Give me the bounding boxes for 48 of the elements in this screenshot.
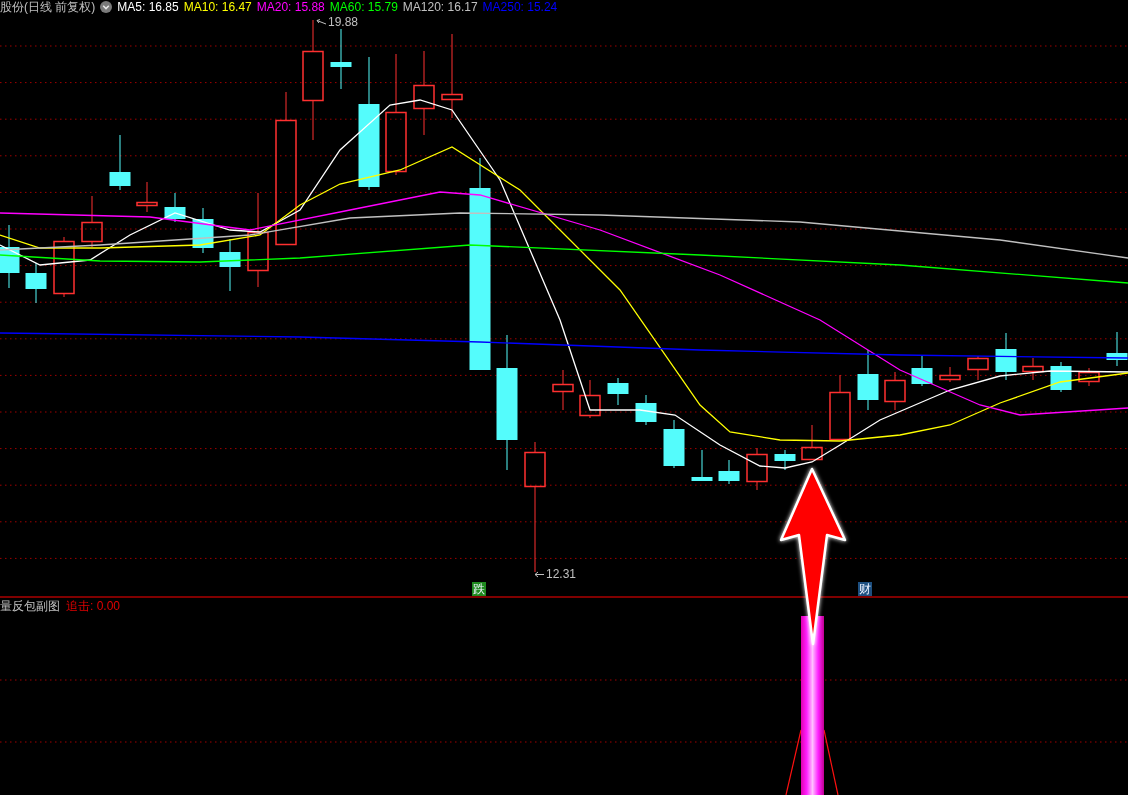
candlestick — [635, 394, 657, 426]
panel-title: 量反包副图 — [0, 598, 60, 614]
candlestick — [81, 195, 103, 248]
price-label: 19.88 — [327, 16, 360, 29]
candlestick — [1078, 367, 1100, 387]
indicator-readout: 追击: 0.00 — [66, 598, 121, 614]
signal-tag: 跌 — [472, 582, 486, 596]
candlestick — [552, 369, 574, 411]
candlestick — [1106, 331, 1128, 367]
indicator-value: MA120: 16.17 — [402, 0, 478, 14]
candlestick — [53, 236, 75, 298]
candlestick — [718, 459, 740, 485]
indicator-line — [785, 729, 802, 795]
candlestick — [801, 424, 823, 461]
indicator-value: MA60: 15.79 — [329, 0, 398, 14]
candlestick — [911, 354, 933, 387]
candlestick — [25, 262, 47, 304]
chart-title: 股份(日线 前复权) — [0, 0, 96, 14]
candlestick — [691, 449, 713, 482]
price-label: 12.31 — [545, 568, 578, 581]
candlestick — [607, 377, 629, 406]
candlestick — [939, 366, 961, 383]
candlestick — [109, 134, 131, 191]
chevron-down-icon[interactable] — [100, 1, 113, 13]
indicator-value: MA5: 16.85 — [117, 0, 179, 14]
candlestick — [967, 355, 989, 381]
candlestick — [663, 419, 685, 469]
candlestick — [829, 374, 851, 441]
candlestick — [995, 332, 1017, 381]
candlestick — [136, 181, 158, 213]
arrow-icon — [316, 19, 326, 26]
candlestick — [164, 192, 186, 223]
indicator-value: MA250: 15.24 — [482, 0, 558, 14]
indicator-value: MA20: 15.88 — [256, 0, 325, 14]
candlestick — [857, 349, 879, 411]
candlestick — [219, 238, 241, 292]
candlestick — [746, 447, 768, 491]
candlestick — [1050, 361, 1072, 393]
candlestick — [884, 371, 906, 411]
candlestick — [192, 207, 214, 254]
signal-tag: 财 — [858, 582, 872, 596]
candlestick — [579, 379, 601, 419]
candlestick — [1022, 357, 1044, 381]
candlestick — [0, 224, 20, 289]
indicator-line — [823, 729, 839, 795]
arrow-icon — [534, 571, 544, 578]
indicator-value: MA10: 16.47 — [183, 0, 252, 14]
candlestick — [774, 449, 796, 471]
